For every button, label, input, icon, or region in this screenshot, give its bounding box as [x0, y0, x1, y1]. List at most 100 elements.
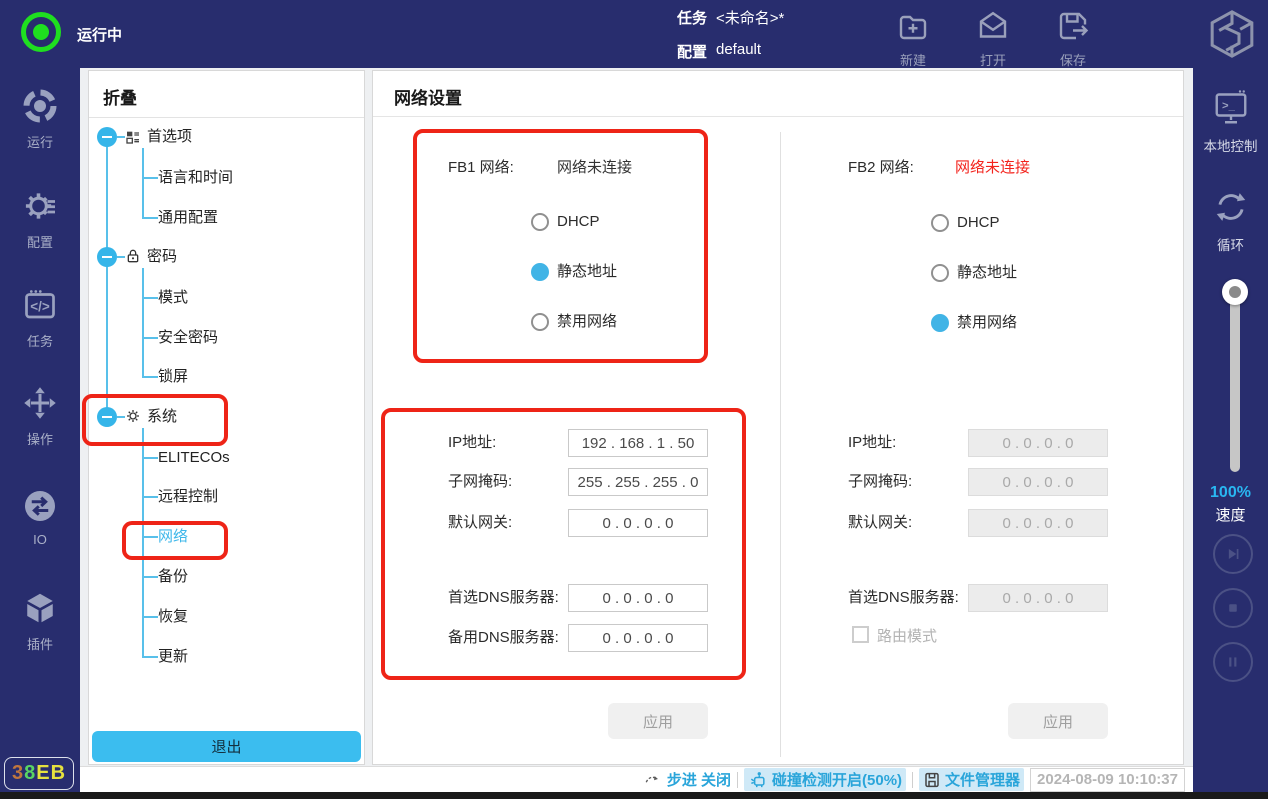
fb1-radio-static[interactable] — [531, 263, 549, 281]
tree-expander-preferences[interactable] — [97, 127, 117, 147]
sidebar-item-task[interactable]: </> 任务 — [0, 287, 80, 353]
sidebar-item-label: 运行 — [0, 132, 80, 151]
tree-branch-line — [142, 148, 144, 218]
speed-slider-knob[interactable] — [1222, 279, 1248, 305]
fb2-netmask-input: 0 . 0 . 0 . 0 — [968, 468, 1108, 496]
fb2-radio-static-label[interactable]: 静态地址 — [957, 264, 1017, 282]
tree-stub — [117, 256, 125, 258]
elite-logo-icon[interactable] — [1204, 5, 1260, 63]
stop-button[interactable] — [1213, 588, 1253, 628]
sidebar-item-plugin[interactable]: 插件 — [0, 590, 80, 656]
fb1-apply-button[interactable]: 应用 — [608, 703, 708, 739]
sidebar-item-run[interactable]: 运行 — [0, 88, 80, 154]
new-task-button[interactable]: 新建 — [888, 6, 938, 64]
open-task-button[interactable]: 打开 — [968, 6, 1018, 64]
fb1-gateway-input[interactable]: 0 . 0 . 0 . 0 — [568, 509, 708, 537]
config-value: default — [716, 41, 761, 58]
local-control-button[interactable]: >_ 本地控制 — [1193, 88, 1268, 158]
step-mode-toggle[interactable]: 步进 关闭 — [643, 769, 731, 790]
tree-stub — [142, 576, 158, 578]
file-manager-disk-icon — [923, 771, 941, 789]
knob-center — [1229, 286, 1241, 298]
badge-char: E — [36, 762, 50, 785]
top-bar: 运行中 任务 <未命名>* 配置 default 新建 打开 — [0, 0, 1268, 68]
file-manager-button[interactable]: 文件管理器 — [919, 768, 1024, 791]
fb1-ip-input[interactable]: 192 . 168 . 1 . 50 — [568, 429, 708, 457]
tree-stub — [142, 177, 158, 179]
tree-expander-password[interactable] — [97, 247, 117, 267]
tree-item-restore[interactable]: 恢复 — [158, 607, 188, 627]
sidebar-item-io[interactable]: IO — [0, 488, 80, 554]
fb2-route-mode-checkbox — [852, 626, 869, 643]
sidebar-item-label: 操作 — [0, 429, 80, 448]
tree-item-network[interactable]: 网络 — [158, 527, 188, 547]
sidebar-item-label: 插件 — [0, 634, 80, 653]
fb1-gateway-label: 默认网关: — [448, 513, 512, 533]
exit-button[interactable]: 退出 — [92, 731, 361, 762]
lock-icon — [125, 248, 141, 264]
fb2-radio-static[interactable] — [931, 264, 949, 282]
sidebar-item-label: 任务 — [0, 331, 80, 350]
sidebar-item-label: 配置 — [0, 232, 80, 251]
move-arrows-icon — [22, 385, 58, 421]
fb2-radio-dhcp-label[interactable]: DHCP — [957, 214, 1000, 232]
skip-forward-icon — [1223, 544, 1243, 564]
sidebar-item-config[interactable]: 配置 — [0, 188, 80, 254]
loop-mode-button[interactable]: 循环 — [1193, 188, 1268, 258]
tree-header-divider — [89, 117, 364, 118]
fb2-radio-disable[interactable] — [931, 314, 949, 332]
fb1-netmask-input[interactable]: 255 . 255 . 255 . 0 — [568, 468, 708, 496]
speed-slider-track[interactable] — [1230, 290, 1240, 472]
task-label: 任务 — [677, 7, 707, 28]
fb2-radio-disable-label[interactable]: 禁用网络 — [957, 314, 1017, 332]
fb2-apply-button[interactable]: 应用 — [1008, 703, 1108, 739]
left-sidebar: 运行 配置 </> 任务 — [0, 68, 80, 792]
tree-expander-system[interactable] — [97, 407, 117, 427]
fb2-ip-label: IP地址: — [848, 433, 896, 453]
tree-item-general-config[interactable]: 通用配置 — [158, 208, 218, 228]
fb2-ip-input: 0 . 0 . 0 . 0 — [968, 429, 1108, 457]
fb1-dns1-input[interactable]: 0 . 0 . 0 . 0 — [568, 584, 708, 612]
tree-item-mode[interactable]: 模式 — [158, 288, 188, 308]
fb1-radio-dhcp[interactable] — [531, 213, 549, 231]
fb2-radio-dhcp[interactable] — [931, 214, 949, 232]
tree-item-backup[interactable]: 备份 — [158, 567, 188, 587]
tree-stub — [142, 337, 158, 339]
tree-item-password[interactable]: 密码 — [147, 247, 177, 267]
tree-item-update[interactable]: 更新 — [158, 647, 188, 667]
tree-item-preferences[interactable]: 首选项 — [147, 127, 192, 147]
pause-button[interactable] — [1213, 642, 1253, 682]
fb2-network-status: 网络未连接 — [955, 158, 1030, 178]
fb1-radio-static-label[interactable]: 静态地址 — [557, 263, 617, 281]
tree-stub — [142, 536, 158, 538]
tree-stub — [142, 376, 158, 378]
step-forward-button[interactable] — [1213, 534, 1253, 574]
fb1-network-status: 网络未连接 — [557, 158, 632, 178]
fb2-dns1-label: 首选DNS服务器: — [848, 588, 959, 608]
save-task-button[interactable]: 保存 — [1048, 6, 1098, 64]
fb1-ip-label: IP地址: — [448, 433, 496, 453]
tree-item-lock-screen[interactable]: 锁屏 — [158, 367, 188, 387]
sidebar-item-operate[interactable]: 操作 — [0, 385, 80, 451]
tree-item-elitecos[interactable]: ELITECOs — [158, 448, 230, 468]
speed-label: 速度 — [1193, 504, 1268, 525]
fb1-dns2-input[interactable]: 0 . 0 . 0 . 0 — [568, 624, 708, 652]
system-gear-icon — [125, 408, 141, 424]
fb1-radio-dhcp-label[interactable]: DHCP — [557, 213, 600, 231]
tree-item-language-time[interactable]: 语言和时间 — [158, 168, 233, 188]
fb1-radio-disable-label[interactable]: 禁用网络 — [557, 313, 617, 331]
tree-item-remote-control[interactable]: 远程控制 — [158, 487, 218, 507]
statusbar-separator — [912, 772, 913, 788]
tree-item-safety-password[interactable]: 安全密码 — [158, 328, 218, 348]
page-title: 网络设置 — [394, 84, 462, 109]
fb1-radio-disable[interactable] — [531, 313, 549, 331]
task-code-icon: </> — [22, 287, 58, 323]
title-divider — [373, 116, 1183, 117]
tree-item-system[interactable]: 系统 — [147, 407, 177, 427]
new-button-label: 新建 — [888, 50, 938, 69]
run-status-label: 运行中 — [77, 24, 122, 45]
tree-collapse-header[interactable]: 折叠 — [103, 84, 137, 109]
status-badge: 38EB — [4, 757, 74, 790]
fb2-status-text: 网络未连接 — [955, 159, 1030, 176]
collision-detection-toggle[interactable]: 碰撞检测开启(50%) — [744, 768, 906, 791]
